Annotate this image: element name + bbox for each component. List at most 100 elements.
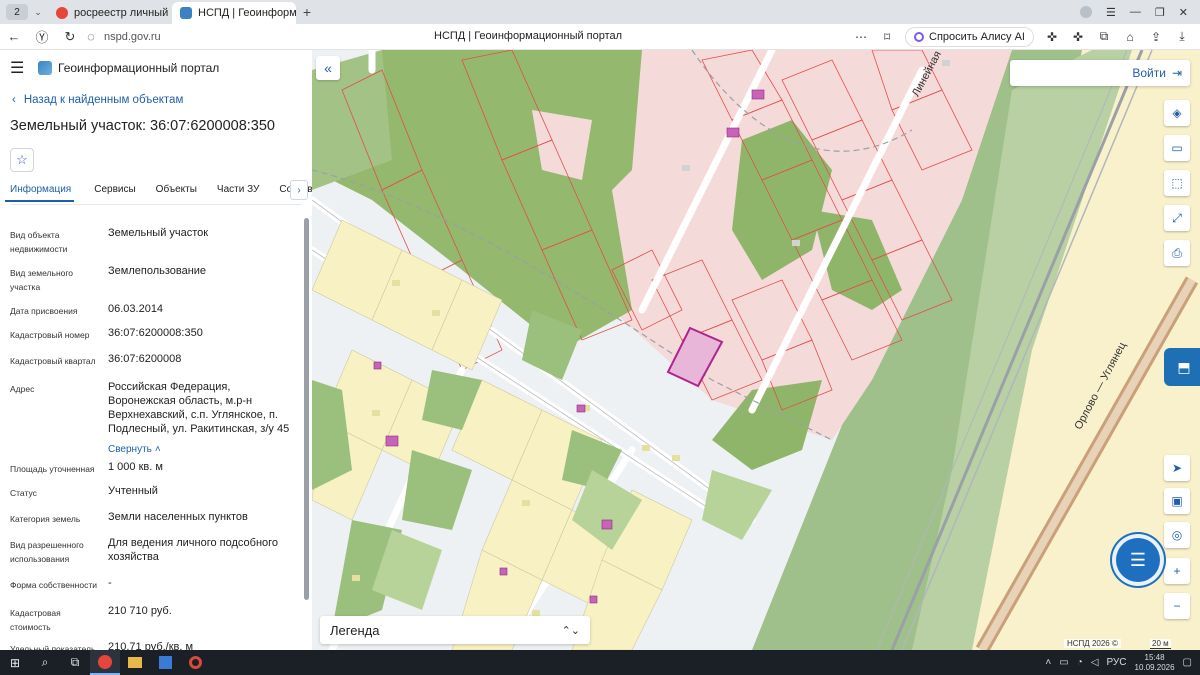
layers-button[interactable]: ◈	[1164, 100, 1190, 126]
back-to-results-link[interactable]: ‹ Назад к найденным объектам	[0, 94, 312, 106]
tab-parts[interactable]: Части ЗУ	[217, 182, 259, 200]
url-field[interactable]: nspd.gov.ru	[104, 31, 161, 43]
yandex-browser-app[interactable]	[90, 650, 120, 675]
geolocation-button[interactable]: ➤	[1164, 455, 1190, 481]
locate-object-button[interactable]: ◎	[1164, 522, 1190, 548]
minimap-button[interactable]: ▣	[1164, 488, 1190, 514]
page-title: НСПД | Геоинформационный портал	[434, 30, 623, 42]
tab-objects[interactable]: Объекты	[156, 182, 197, 200]
extension-2-icon[interactable]: ✜	[1070, 30, 1086, 44]
panel-scrollbar[interactable]	[304, 218, 309, 600]
property-label: Удельный показатель	[10, 644, 96, 650]
property-value: Землепользование	[108, 265, 207, 277]
browser-tab-rosreestr[interactable]: росреестр личный кабин	[48, 2, 172, 24]
favorite-button[interactable]: ☆	[10, 148, 34, 172]
downloads-icon[interactable]: ⤓	[1174, 29, 1190, 44]
maximize-icon[interactable]: ❐	[1155, 6, 1165, 19]
extension-1-icon[interactable]: ✜	[1044, 30, 1060, 44]
chat-icon: ☰	[1129, 549, 1147, 570]
menu-icon[interactable]: ☰	[10, 58, 32, 78]
property-label: Вид земельного участка	[10, 268, 74, 292]
double-chevron-left-icon: «	[324, 60, 332, 76]
profile-avatar-icon[interactable]	[1080, 6, 1093, 18]
property-label: Категория земель	[10, 514, 81, 524]
windows-start-icon[interactable]: ⊞	[0, 650, 30, 675]
chat-assistant-button[interactable]: ☰	[1116, 538, 1160, 582]
expand-collapse-icon: ⌃⌄	[561, 624, 580, 637]
more-icon[interactable]: ⋯	[853, 30, 869, 44]
minimize-icon[interactable]: —	[1130, 6, 1141, 18]
layers-icon: ◈	[1172, 106, 1182, 120]
property-value: Для ведения личного подсобного хозяйства	[108, 537, 279, 563]
star-icon: ☆	[16, 152, 28, 167]
property-value: 1 000 кв. м	[108, 461, 163, 473]
notifications-icon[interactable]: ▢	[1183, 657, 1192, 668]
zoom-out-button[interactable]: −	[1164, 593, 1190, 619]
search-icon[interactable]: ⌕	[30, 650, 60, 675]
print-button[interactable]: ⎙	[1164, 240, 1190, 266]
volume-icon[interactable]: ◁	[1091, 657, 1099, 668]
task-view-icon[interactable]: ⧉	[60, 650, 90, 675]
app-icon	[188, 656, 202, 669]
app-title: Геоинформационный портал	[58, 61, 220, 75]
new-tab-button[interactable]: +	[296, 4, 318, 20]
yandex-favicon-icon	[56, 7, 68, 19]
close-window-icon[interactable]: ✕	[1179, 6, 1188, 19]
system-tray: ˄ ▭ ◔ ◁ РУС 15:48 10.09.2026 ▢	[1045, 653, 1200, 673]
language-indicator[interactable]: РУС	[1106, 657, 1126, 668]
collapse-link[interactable]: Свернуть ˄	[108, 442, 298, 457]
bookmarks-icon[interactable]: ☰	[1106, 6, 1116, 19]
window-controls: ☰ — ❐ ✕	[1080, 6, 1200, 19]
property-value: Российская Федерация, Воронежская област…	[108, 381, 290, 435]
battery-icon[interactable]: ▭	[1059, 657, 1068, 668]
tab-list-dropdown-icon[interactable]: ⌄	[28, 7, 48, 18]
property-label: Адрес	[10, 384, 35, 394]
folder-icon	[128, 657, 142, 668]
tabs-scroll-right-button[interactable]: ›	[290, 180, 308, 200]
network-icon[interactable]: ◔	[1077, 657, 1083, 668]
app-3[interactable]	[180, 650, 210, 675]
ask-alice-button[interactable]: Спросить Алису AI	[905, 26, 1034, 47]
chevron-up-icon[interactable]: ˄	[1045, 657, 1051, 668]
back-arrow-icon[interactable]: ←	[0, 29, 28, 44]
ruler-button[interactable]: ▭	[1164, 135, 1190, 161]
tab-counter[interactable]: 2	[6, 4, 28, 20]
share-map-button[interactable]: ⤢	[1164, 205, 1190, 231]
yandex-browser-icon	[98, 654, 112, 669]
side-widget-button[interactable]: ⬒	[1164, 348, 1200, 386]
property-label: Кадастровая стоимость	[10, 608, 61, 632]
collapse-panel-button[interactable]: «	[316, 56, 340, 80]
object-title: Земельный участок: 36:07:6200008:350	[10, 118, 275, 134]
panel-header: ☰ Геоинформационный портал	[0, 50, 312, 86]
property-label: Дата присвоения	[10, 306, 78, 316]
property-value: 210 710 руб.	[108, 605, 172, 617]
time: 15:48	[1144, 652, 1165, 662]
extension-3-icon[interactable]: ⌂	[1122, 30, 1138, 44]
legend-toggle[interactable]: Легенда ⌃⌄	[320, 616, 590, 644]
extensions-icon[interactable]: ⧉	[1096, 29, 1112, 44]
clock[interactable]: 15:48 10.09.2026	[1135, 653, 1175, 673]
portal-logo-icon	[38, 61, 52, 75]
map-view[interactable]: Линейная Орлово — Углянец « Войти ⇥ ◈ ▭ …	[312, 50, 1200, 650]
alice-icon	[914, 31, 925, 42]
yandex-logo-icon[interactable]: Ⓨ	[28, 27, 56, 46]
map-scale: 20 м	[1150, 639, 1171, 649]
login-button[interactable]: Войти ⇥	[1010, 60, 1190, 86]
tab-information[interactable]: Информация	[5, 182, 75, 202]
share-icon[interactable]: ⇪	[1148, 30, 1164, 44]
os-taskbar: ⊞ ⌕ ⧉ ˄ ▭ ◔ ◁ РУС 15:48 10.09.2026 ▢	[0, 650, 1200, 675]
app-2[interactable]	[150, 650, 180, 675]
site-security-icon[interactable]: ◌	[84, 29, 98, 44]
file-explorer-app[interactable]	[120, 650, 150, 675]
map-canvas	[312, 50, 1200, 650]
minimap-icon: ▣	[1171, 494, 1183, 508]
reload-icon[interactable]: ↻	[56, 29, 84, 45]
zoom-in-button[interactable]: +	[1164, 558, 1190, 584]
browser-tab-nspd[interactable]: НСПД | Геоинформацио ✕	[172, 2, 296, 24]
property-label: Статус	[10, 488, 37, 498]
bookmark-icon[interactable]: ⌑	[879, 30, 895, 44]
property-label: Вид разрешенного использования	[10, 540, 84, 564]
tab-services[interactable]: Сервисы	[94, 182, 135, 200]
select-area-button[interactable]: ⬚	[1164, 170, 1190, 196]
divider	[10, 204, 302, 205]
